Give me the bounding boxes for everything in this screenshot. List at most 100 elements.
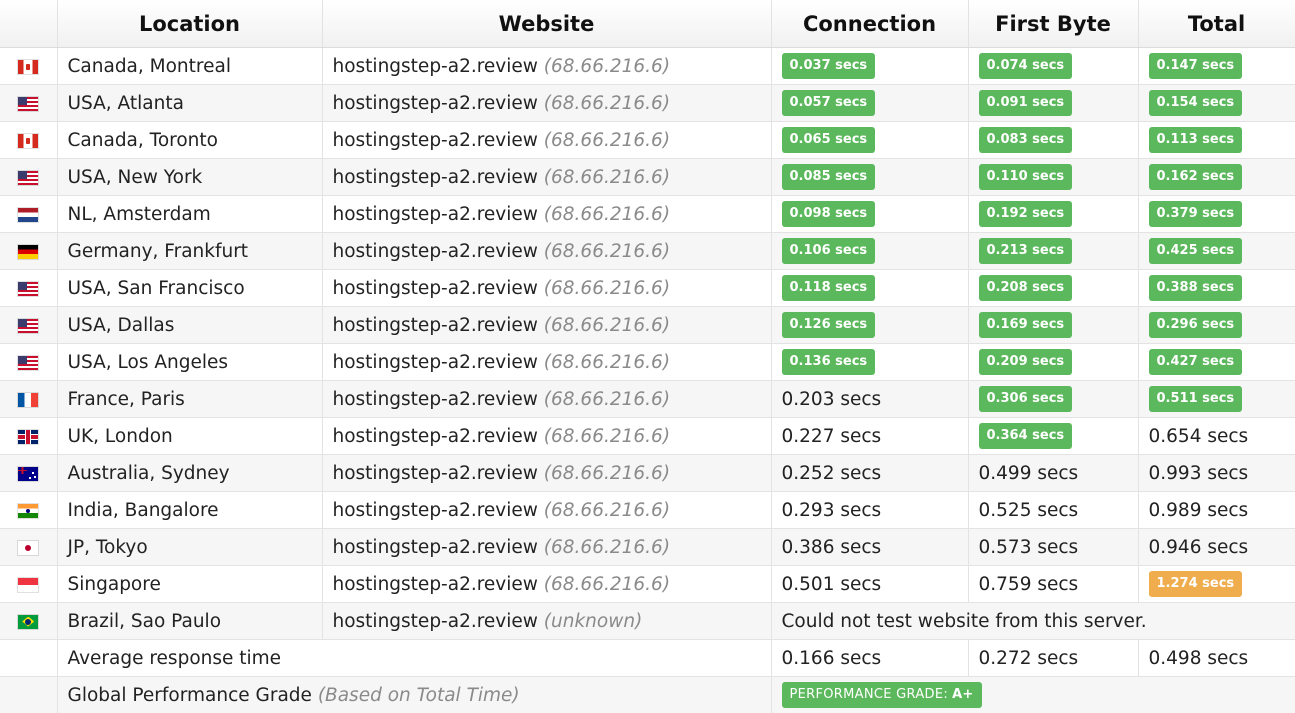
table-row: USA, Dallas hostingstep-a2.review (68.66.… bbox=[0, 306, 1295, 344]
flag-cell bbox=[0, 565, 58, 603]
table-row: Singapore hostingstep-a2.review (68.66.21… bbox=[0, 565, 1295, 603]
connection-cell: 0.098 secs bbox=[771, 195, 969, 233]
flag-column-header bbox=[0, 0, 58, 48]
website-ip: (68.66.216.6) bbox=[543, 240, 671, 262]
total-column-header: Total bbox=[1138, 0, 1295, 48]
timing-badge: 0.388 secs bbox=[1148, 275, 1243, 301]
timing-badge: 0.106 secs bbox=[781, 238, 876, 264]
website-host: hostingstep-a2.review bbox=[332, 314, 538, 336]
flag-cell bbox=[0, 47, 58, 85]
total-cell: 0.113 secs bbox=[1138, 121, 1295, 159]
total-cell: 0.946 secs bbox=[1138, 528, 1295, 566]
brazil-flag-icon bbox=[18, 614, 39, 629]
flag-cell bbox=[0, 84, 58, 122]
connection-cell: 0.252 secs bbox=[771, 454, 969, 492]
first-byte-cell: 0.209 secs bbox=[968, 343, 1139, 381]
website-host: hostingstep-a2.review bbox=[332, 129, 538, 151]
total-cell: 0.427 secs bbox=[1138, 343, 1295, 381]
header-row: Location Website Connection First Byte T… bbox=[0, 0, 1295, 48]
website-host: hostingstep-a2.review bbox=[332, 425, 538, 447]
error-message: Could not test website from this server. bbox=[771, 602, 1295, 640]
flag-cell bbox=[0, 454, 58, 492]
first-byte-cell: 0.759 secs bbox=[968, 565, 1139, 603]
total-cell: 0.162 secs bbox=[1138, 158, 1295, 196]
website-host: hostingstep-a2.review bbox=[332, 610, 538, 632]
location-cell: Germany, Frankfurt bbox=[57, 232, 323, 270]
usa-flag-icon bbox=[18, 170, 39, 185]
location-cell: USA, Atlanta bbox=[57, 84, 323, 122]
website-host: hostingstep-a2.review bbox=[332, 351, 538, 373]
timing-badge: 0.118 secs bbox=[781, 275, 876, 301]
flag-cell bbox=[0, 232, 58, 270]
location-cell: Singapore bbox=[57, 565, 323, 603]
total-cell: 0.379 secs bbox=[1138, 195, 1295, 233]
website-ip: (68.66.216.6) bbox=[543, 499, 671, 521]
total-cell: 0.989 secs bbox=[1138, 491, 1295, 529]
timing-badge: 0.192 secs bbox=[978, 201, 1073, 227]
first-byte-cell: 0.499 secs bbox=[968, 454, 1139, 492]
empty-cell bbox=[0, 676, 58, 713]
website-ip: (68.66.216.6) bbox=[543, 92, 671, 114]
timing-badge: 0.296 secs bbox=[1148, 312, 1243, 338]
connection-cell: 0.106 secs bbox=[771, 232, 969, 270]
location-cell: India, Bangalore bbox=[57, 491, 323, 529]
website-host: hostingstep-a2.review bbox=[332, 203, 538, 225]
table-row: Brazil, Sao Paulo hostingstep-a2.review (… bbox=[0, 602, 1295, 640]
timing-badge: 0.425 secs bbox=[1148, 238, 1243, 264]
grade-badge-text: PERFORMANCE GRADE: bbox=[789, 687, 949, 702]
location-cell: Canada, Montreal bbox=[57, 47, 323, 85]
table-row: USA, New York hostingstep-a2.review (68.6… bbox=[0, 158, 1295, 196]
usa-flag-icon bbox=[18, 281, 39, 296]
table-row: India, Bangalore hostingstep-a2.review (6… bbox=[0, 491, 1295, 529]
website-cell: hostingstep-a2.review (68.66.216.6) bbox=[322, 380, 772, 418]
total-cell: 1.274 secs bbox=[1138, 565, 1295, 603]
website-cell: hostingstep-a2.review (68.66.216.6) bbox=[322, 84, 772, 122]
table-row: JP, Tokyo hostingstep-a2.review (68.66.21… bbox=[0, 528, 1295, 566]
grade-note: (Based on Total Time) bbox=[317, 684, 520, 706]
table-row: USA, Atlanta hostingstep-a2.review (68.66… bbox=[0, 84, 1295, 122]
timing-badge: 0.208 secs bbox=[978, 275, 1073, 301]
location-cell: USA, San Francisco bbox=[57, 269, 323, 307]
flag-cell bbox=[0, 269, 58, 307]
website-cell: hostingstep-a2.review (68.66.216.6) bbox=[322, 565, 772, 603]
singapore-flag-icon bbox=[18, 577, 39, 592]
website-ip: (68.66.216.6) bbox=[543, 166, 671, 188]
average-total: 0.498 secs bbox=[1138, 639, 1295, 677]
japan-flag-icon bbox=[18, 540, 39, 555]
first-byte-cell: 0.364 secs bbox=[968, 417, 1139, 455]
timing-badge: 0.110 secs bbox=[978, 164, 1073, 190]
first-byte-column-header: First Byte bbox=[968, 0, 1139, 48]
total-cell: 0.993 secs bbox=[1138, 454, 1295, 492]
website-cell: hostingstep-a2.review (68.66.216.6) bbox=[322, 158, 772, 196]
website-cell: hostingstep-a2.review (unknown) bbox=[322, 602, 772, 640]
website-ip: (68.66.216.6) bbox=[543, 277, 671, 299]
first-byte-cell: 0.192 secs bbox=[968, 195, 1139, 233]
connection-cell: 0.065 secs bbox=[771, 121, 969, 159]
timing-badge: 0.098 secs bbox=[781, 201, 876, 227]
website-cell: hostingstep-a2.review (68.66.216.6) bbox=[322, 528, 772, 566]
total-cell: 0.296 secs bbox=[1138, 306, 1295, 344]
first-byte-cell: 0.083 secs bbox=[968, 121, 1139, 159]
total-cell: 0.388 secs bbox=[1138, 269, 1295, 307]
timing-badge: 0.427 secs bbox=[1148, 349, 1243, 375]
location-cell: USA, Los Angeles bbox=[57, 343, 323, 381]
website-host: hostingstep-a2.review bbox=[332, 388, 538, 410]
website-host: hostingstep-a2.review bbox=[332, 573, 538, 595]
connection-cell: 0.136 secs bbox=[771, 343, 969, 381]
grade-badge-value: A+ bbox=[952, 687, 974, 702]
timing-badge: 0.126 secs bbox=[781, 312, 876, 338]
timing-badge: 0.065 secs bbox=[781, 127, 876, 153]
timing-badge: 0.154 secs bbox=[1148, 90, 1243, 116]
website-cell: hostingstep-a2.review (68.66.216.6) bbox=[322, 343, 772, 381]
first-byte-cell: 0.208 secs bbox=[968, 269, 1139, 307]
flag-cell bbox=[0, 306, 58, 344]
website-cell: hostingstep-a2.review (68.66.216.6) bbox=[322, 269, 772, 307]
total-cell: 0.654 secs bbox=[1138, 417, 1295, 455]
connection-cell: 0.386 secs bbox=[771, 528, 969, 566]
first-byte-cell: 0.074 secs bbox=[968, 47, 1139, 85]
location-cell: USA, New York bbox=[57, 158, 323, 196]
table-row: USA, San Francisco hostingstep-a2.review … bbox=[0, 269, 1295, 307]
location-cell: Australia, Sydney bbox=[57, 454, 323, 492]
average-label: Average response time bbox=[57, 639, 772, 677]
timing-badge: 0.147 secs bbox=[1148, 53, 1243, 79]
